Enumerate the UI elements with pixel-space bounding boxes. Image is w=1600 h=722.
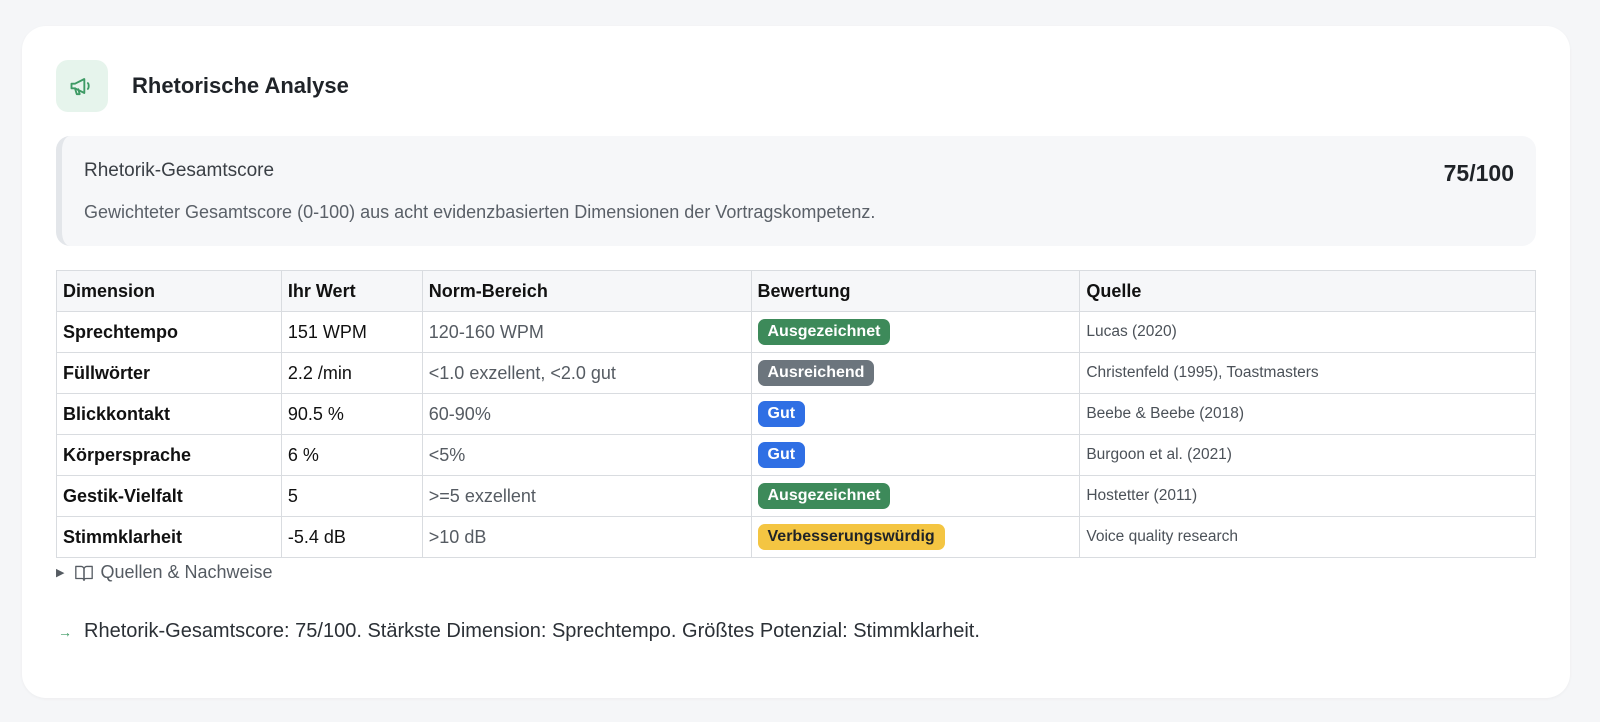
dimension-cell: Gestik-Vielfalt bbox=[56, 475, 282, 517]
rating-badge: Verbesserungswürdig bbox=[757, 524, 945, 550]
book-icon bbox=[74, 564, 94, 582]
norm-cell: >10 dB bbox=[421, 516, 752, 558]
megaphone-icon bbox=[56, 60, 108, 112]
sources-toggle[interactable]: ▶ Quellen & Nachweise bbox=[56, 562, 273, 583]
table-row: Gestik-Vielfalt 5 >=5 exzellent Ausgezei… bbox=[56, 475, 1536, 517]
table-row: Füllwörter 2.2 /min <1.0 exzellent, <2.0… bbox=[56, 352, 1536, 394]
value-cell: 6 % bbox=[280, 434, 423, 476]
source-cell: Lucas (2020) bbox=[1079, 311, 1536, 353]
summary-line: → Rhetorik-Gesamtscore: 75/100. Stärkste… bbox=[58, 620, 980, 643]
norm-cell: <5% bbox=[421, 434, 752, 476]
norm-cell: 120-160 WPM bbox=[421, 311, 752, 353]
rating-badge: Ausgezeichnet bbox=[757, 319, 891, 345]
column-header-value: Ihr Wert bbox=[280, 270, 423, 312]
metrics-table: Dimension Ihr Wert Norm-Bereich Bewertun… bbox=[56, 270, 1536, 558]
dimension-cell: Körpersprache bbox=[56, 434, 282, 476]
rating-badge: Gut bbox=[757, 401, 806, 427]
value-cell: 2.2 /min bbox=[280, 352, 423, 394]
dimension-cell: Sprechtempo bbox=[56, 311, 282, 353]
rating-cell: Verbesserungswürdig bbox=[750, 516, 1081, 558]
rating-badge: Ausgezeichnet bbox=[757, 483, 891, 509]
value-cell: 5 bbox=[280, 475, 423, 517]
rating-cell: Gut bbox=[750, 393, 1081, 435]
rating-badge: Ausreichend bbox=[757, 360, 875, 386]
rating-cell: Ausgezeichnet bbox=[750, 475, 1081, 517]
dimension-cell: Blickkontakt bbox=[56, 393, 282, 435]
source-cell: Christenfeld (1995), Toastmasters bbox=[1079, 352, 1536, 394]
total-score-panel: Rhetorik-Gesamtscore 75/100 Gewichteter … bbox=[56, 136, 1536, 246]
column-header-norm: Norm-Bereich bbox=[421, 270, 752, 312]
table-header-row: Dimension Ihr Wert Norm-Bereich Bewertun… bbox=[56, 270, 1536, 312]
summary-text: Rhetorik-Gesamtscore: 75/100. Stärkste D… bbox=[84, 620, 980, 642]
norm-cell: >=5 exzellent bbox=[421, 475, 752, 517]
column-header-source: Quelle bbox=[1079, 270, 1536, 312]
source-cell: Voice quality research bbox=[1079, 516, 1536, 558]
score-description: Gewichteter Gesamtscore (0-100) aus acht… bbox=[84, 202, 876, 222]
value-cell: 151 WPM bbox=[280, 311, 423, 353]
card-title: Rhetorische Analyse bbox=[132, 73, 349, 98]
table-row: Sprechtempo 151 WPM 120-160 WPM Ausgezei… bbox=[56, 311, 1536, 353]
rating-badge: Gut bbox=[757, 442, 806, 468]
score-value: 75/100 bbox=[1443, 160, 1514, 186]
source-cell: Burgoon et al. (2021) bbox=[1079, 434, 1536, 476]
sources-label: Quellen & Nachweise bbox=[100, 562, 273, 582]
table-row: Körpersprache 6 % <5% Gut Burgoon et al.… bbox=[56, 434, 1536, 476]
rating-cell: Gut bbox=[750, 434, 1081, 476]
value-cell: -5.4 dB bbox=[280, 516, 423, 558]
rating-cell: Ausgezeichnet bbox=[750, 311, 1081, 353]
norm-cell: 60-90% bbox=[421, 393, 752, 435]
rhetoric-analysis-card: Rhetorische Analyse Rhetorik-Gesamtscore… bbox=[22, 26, 1570, 698]
rating-cell: Ausreichend bbox=[750, 352, 1081, 394]
arrow-right-icon: → bbox=[58, 623, 72, 640]
column-header-rating: Bewertung bbox=[750, 270, 1081, 312]
triangle-right-icon: ▶ bbox=[56, 567, 65, 579]
dimension-cell: Füllwörter bbox=[56, 352, 282, 394]
norm-cell: <1.0 exzellent, <2.0 gut bbox=[421, 352, 752, 394]
source-cell: Hostetter (2011) bbox=[1079, 475, 1536, 517]
column-header-dimension: Dimension bbox=[56, 270, 282, 312]
value-cell: 90.5 % bbox=[280, 393, 423, 435]
table-row: Stimmklarheit -5.4 dB >10 dB Verbesserun… bbox=[56, 516, 1536, 558]
score-label: Rhetorik-Gesamtscore bbox=[84, 160, 275, 181]
card-header: Rhetorische Analyse bbox=[56, 60, 349, 112]
dimension-cell: Stimmklarheit bbox=[56, 516, 282, 558]
table-row: Blickkontakt 90.5 % 60-90% Gut Beebe & B… bbox=[56, 393, 1536, 435]
source-cell: Beebe & Beebe (2018) bbox=[1079, 393, 1536, 435]
